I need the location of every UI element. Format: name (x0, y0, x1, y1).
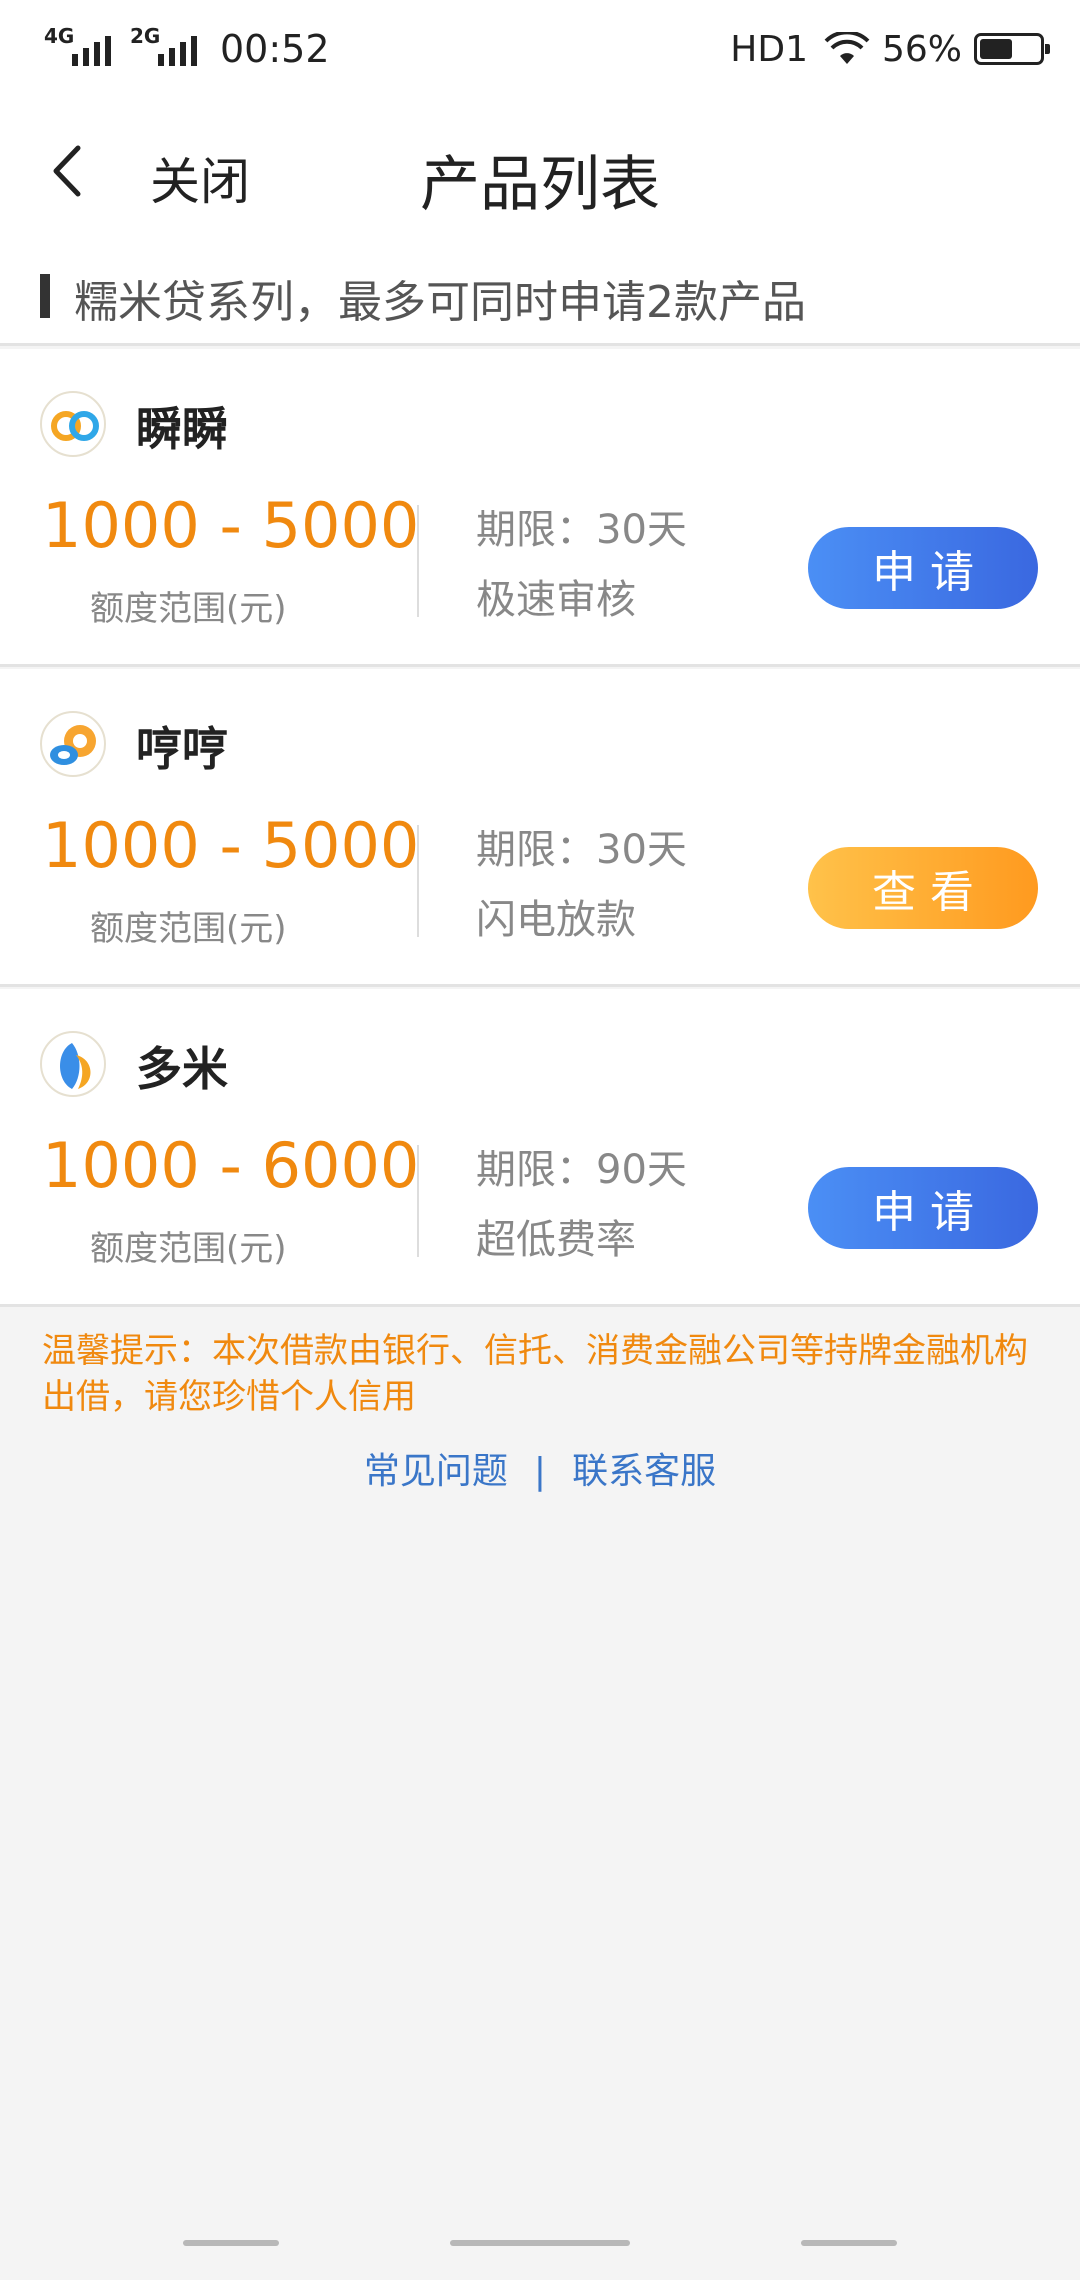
nav-bar: 关闭 产品列表 (0, 96, 1080, 246)
footer-links: 常见问题 | 联系客服 (0, 1442, 1080, 1494)
product-name: 多米 (136, 1042, 228, 1096)
battery-percent: 56% (881, 28, 962, 70)
product-name: 瞬瞬 (136, 402, 228, 456)
product-card[interactable]: 哼哼 1000 - 5000 额度范围(元) 期限：30天 闪电放款 查看 (0, 669, 1080, 987)
product-divider (417, 505, 419, 617)
product-card[interactable]: 瞬瞬 1000 - 5000 额度范围(元) 期限：30天 极速审核 申请 (0, 349, 1080, 667)
product-logo-icon (40, 711, 106, 777)
series-title: 糯米贷系列，最多可同时申请2款产品 (74, 277, 806, 328)
signal-2-icon: 2G (130, 26, 202, 66)
product-divider (417, 1145, 419, 1257)
gesture-handle-right[interactable] (801, 2240, 897, 2246)
product-card[interactable]: 多米 1000 - 6000 额度范围(元) 期限：90天 超低费率 申请 (0, 989, 1080, 1307)
series-header: 糯米贷系列，最多可同时申请2款产品 (0, 246, 1080, 346)
contact-service-link[interactable]: 联系客服 (572, 1451, 716, 1492)
status-right: HD1 56% (730, 24, 1050, 74)
warm-notice: 温馨提示：本次借款由银行、信托、消费金融公司等持牌金融机构出借，请您珍惜个人信用 (42, 1331, 1028, 1417)
product-amount-label: 额度范围(元) (90, 589, 287, 629)
series-marker (40, 274, 50, 318)
signal-1-icon: 4G (44, 26, 116, 66)
network-type-1: 4G (44, 24, 75, 48)
gesture-handle-left[interactable] (183, 2240, 279, 2246)
product-amount-label: 额度范围(元) (90, 909, 287, 949)
battery-icon (974, 33, 1050, 65)
wifi-icon (824, 32, 870, 64)
view-button[interactable]: 查看 (808, 847, 1038, 929)
battery-fill (980, 39, 1012, 59)
apply-button[interactable]: 申请 (808, 527, 1038, 609)
link-separator: | (533, 1451, 547, 1492)
gesture-handle-home[interactable] (450, 2240, 630, 2246)
product-feature: 极速审核 (476, 577, 636, 623)
product-name: 哼哼 (136, 722, 228, 776)
product-feature: 超低费率 (476, 1217, 636, 1263)
status-time: 00:52 (220, 27, 330, 71)
product-amount-range: 1000 - 5000 (42, 809, 420, 882)
apply-button[interactable]: 申请 (808, 1167, 1038, 1249)
product-term: 期限：30天 (476, 827, 687, 873)
hd-indicator: HD1 (730, 28, 808, 70)
product-logo-icon (40, 1031, 106, 1097)
product-feature: 闪电放款 (476, 897, 636, 943)
product-amount-range: 1000 - 6000 (42, 1129, 420, 1202)
product-divider (417, 825, 419, 937)
faq-link[interactable]: 常见问题 (364, 1451, 508, 1492)
status-left: 4G 2G 00:52 (44, 24, 330, 74)
status-bar: 4G 2G 00:52 HD1 56% (0, 0, 1080, 96)
product-logo-icon (40, 391, 106, 457)
product-term: 期限：30天 (476, 507, 687, 553)
product-term: 期限：90天 (476, 1147, 687, 1193)
product-amount-label: 额度范围(元) (90, 1229, 287, 1269)
network-type-2: 2G (130, 24, 161, 48)
product-amount-range: 1000 - 5000 (42, 489, 420, 562)
page-title: 产品列表 (420, 150, 660, 220)
